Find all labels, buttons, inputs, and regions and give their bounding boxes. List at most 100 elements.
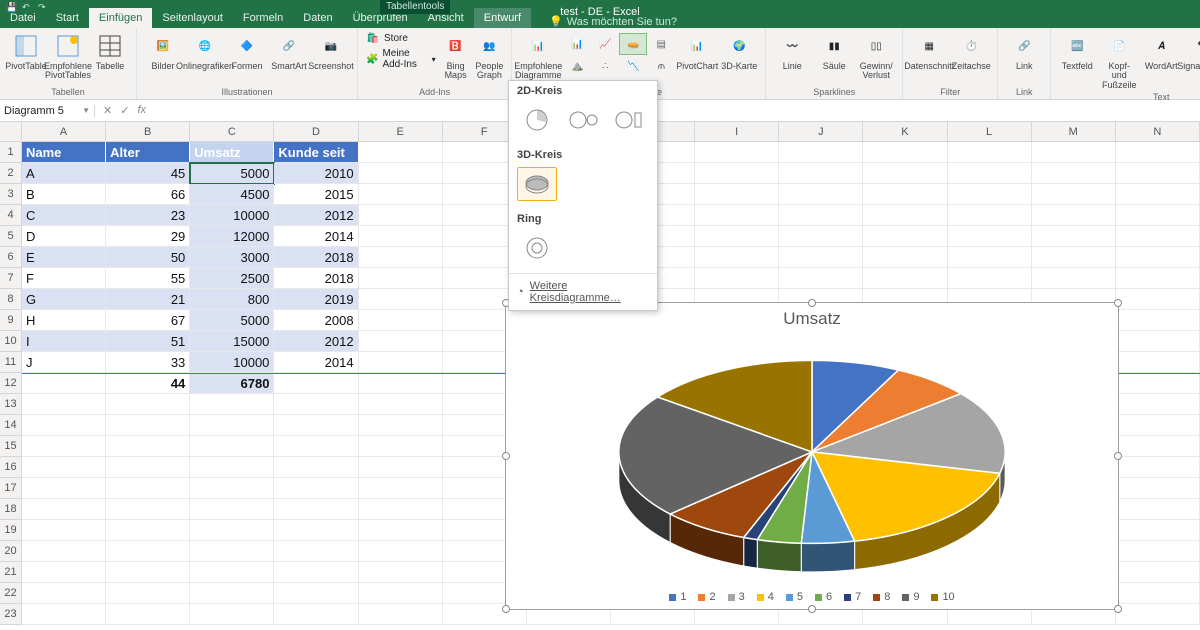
column-chart-icon[interactable]: 📊	[564, 34, 590, 54]
cell[interactable]: H	[22, 310, 106, 331]
cell[interactable]	[695, 226, 779, 247]
row-head[interactable]: 10	[0, 331, 22, 352]
cell[interactable]	[274, 604, 358, 625]
shapes-button[interactable]: 🔷Formen	[227, 30, 267, 73]
cell[interactable]: F	[22, 268, 106, 289]
cell[interactable]	[22, 374, 106, 394]
cell[interactable]	[779, 163, 863, 184]
cell[interactable]	[190, 436, 274, 457]
rec-pivot-button[interactable]: Empfohlene PivotTables	[48, 30, 88, 83]
bar-of-pie[interactable]	[609, 103, 649, 137]
row-head[interactable]: 11	[0, 352, 22, 373]
cell[interactable]: 2019	[274, 289, 358, 310]
cell[interactable]	[1116, 541, 1200, 562]
slicer-button[interactable]: ▦Datenschnitt	[909, 30, 949, 73]
cell[interactable]	[695, 163, 779, 184]
row-head[interactable]: 14	[0, 415, 22, 436]
cell[interactable]	[1116, 457, 1200, 478]
row-head[interactable]: 4	[0, 205, 22, 226]
cell[interactable]: 5000	[190, 310, 274, 331]
cell[interactable]	[863, 184, 947, 205]
timeline-button[interactable]: ⏱️Zeitachse	[951, 30, 991, 73]
cell[interactable]	[359, 562, 443, 583]
spark-col-button[interactable]: ▮▮Säule	[814, 30, 854, 73]
row-head[interactable]: 18	[0, 499, 22, 520]
cell[interactable]	[190, 520, 274, 541]
undo-icon[interactable]: ↶	[22, 2, 32, 12]
cell[interactable]: 2500	[190, 268, 274, 289]
col-head-J[interactable]: J	[779, 122, 863, 141]
cell[interactable]	[695, 247, 779, 268]
cell[interactable]	[359, 520, 443, 541]
cell[interactable]: 2008	[274, 310, 358, 331]
cell[interactable]	[274, 457, 358, 478]
legend-item[interactable]: 7	[844, 591, 861, 603]
map3d-button[interactable]: 🌍3D-Karte	[719, 30, 759, 73]
cell[interactable]: E	[22, 247, 106, 268]
cell[interactable]	[274, 436, 358, 457]
cell[interactable]: 2014	[274, 226, 358, 247]
cell[interactable]	[1116, 310, 1200, 331]
cell[interactable]	[22, 415, 106, 436]
cell[interactable]	[359, 247, 443, 268]
col-head-L[interactable]: L	[948, 122, 1032, 141]
cell[interactable]	[948, 142, 1032, 163]
row-head[interactable]: 2	[0, 163, 22, 184]
pie-2d-basic[interactable]	[517, 103, 557, 137]
cell[interactable]	[106, 604, 190, 625]
resize-handle[interactable]	[808, 605, 816, 613]
col-head-D[interactable]: D	[274, 122, 358, 141]
cell[interactable]	[695, 142, 779, 163]
cell[interactable]: 55	[106, 268, 190, 289]
cell[interactable]	[359, 583, 443, 604]
cell[interactable]: 2014	[274, 352, 358, 373]
cell[interactable]	[190, 604, 274, 625]
cell[interactable]	[106, 394, 190, 415]
cell[interactable]	[274, 562, 358, 583]
pie-of-pie[interactable]	[563, 103, 603, 137]
cell[interactable]: 2012	[274, 205, 358, 226]
cell[interactable]: 2012	[274, 331, 358, 352]
row-head[interactable]: 16	[0, 457, 22, 478]
cell[interactable]	[274, 583, 358, 604]
cell[interactable]	[274, 499, 358, 520]
cell[interactable]	[359, 499, 443, 520]
col-head-I[interactable]: I	[695, 122, 779, 141]
cell[interactable]	[359, 352, 443, 373]
cell[interactable]	[190, 499, 274, 520]
more-pie-charts[interactable]: ◔Weitere Kreisdiagramme…	[509, 273, 657, 310]
screenshot-button[interactable]: 📷Screenshot	[311, 30, 351, 73]
legend-item[interactable]: 1	[669, 591, 686, 603]
cell[interactable]: 10000	[190, 352, 274, 373]
redo-icon[interactable]: ↷	[38, 2, 48, 12]
col-head-M[interactable]: M	[1032, 122, 1116, 141]
cell[interactable]	[1116, 415, 1200, 436]
scatter-chart-icon[interactable]: ∴	[592, 56, 618, 76]
cell[interactable]	[106, 457, 190, 478]
cell[interactable]	[1116, 499, 1200, 520]
cancel-icon[interactable]: ✕	[103, 104, 112, 117]
cell[interactable]	[1116, 436, 1200, 457]
cell[interactable]	[948, 247, 1032, 268]
cell[interactable]	[1116, 163, 1200, 184]
cell[interactable]	[1032, 184, 1116, 205]
tab-data[interactable]: Daten	[293, 8, 342, 28]
table-button[interactable]: Tabelle	[90, 30, 130, 73]
col-head-N[interactable]: N	[1116, 122, 1200, 141]
cell[interactable]: C	[22, 205, 106, 226]
legend-item[interactable]: 9	[902, 591, 919, 603]
cell[interactable]	[948, 268, 1032, 289]
cell[interactable]: Alter	[106, 142, 190, 163]
tab-design[interactable]: Entwurf	[474, 8, 531, 28]
row-head[interactable]: 22	[0, 583, 22, 604]
cell[interactable]	[359, 205, 443, 226]
cell[interactable]	[359, 478, 443, 499]
cell[interactable]	[1032, 268, 1116, 289]
pie-chart-icon[interactable]: 🥧	[620, 34, 646, 54]
cell[interactable]	[106, 562, 190, 583]
cell[interactable]	[106, 583, 190, 604]
sigline-button[interactable]: ✒️Signaturzeile	[1183, 30, 1200, 73]
chart-plot-area[interactable]	[506, 335, 1118, 579]
cell[interactable]	[948, 163, 1032, 184]
row-head[interactable]: 5	[0, 226, 22, 247]
